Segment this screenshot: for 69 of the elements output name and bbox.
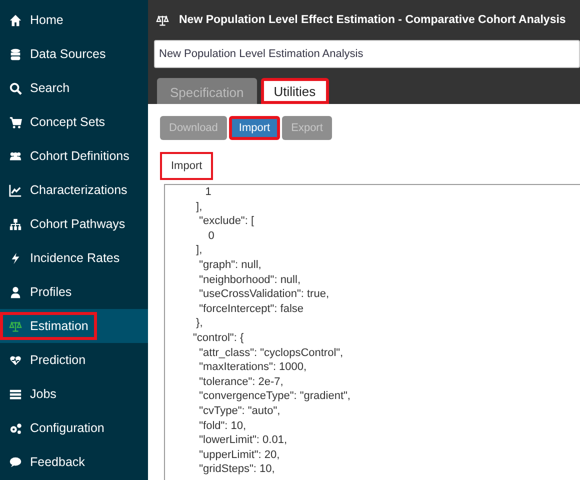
sidebar-label: Home xyxy=(30,13,64,27)
code-line: "fold": 10, xyxy=(198,418,248,434)
sidebar-item[interactable]: Feedback xyxy=(0,445,148,479)
code-line: "upperLimit": 20, xyxy=(198,448,281,462)
code-line: "control": { xyxy=(193,330,245,346)
code-line: "convergenceType": "gradient", xyxy=(198,389,352,404)
sidebar-item[interactable]: Characterizations xyxy=(0,173,148,207)
scale-icon xyxy=(9,320,22,332)
cart-icon xyxy=(9,116,22,128)
gears-icon xyxy=(9,422,22,434)
sidebar-label: Jobs xyxy=(30,387,56,401)
sidebar-item[interactable]: Search xyxy=(0,71,148,105)
code-line: "attr_class": "cyclopsControl", xyxy=(198,346,344,360)
toolbar-button[interactable]: Import xyxy=(228,116,280,140)
sidebar-label: Configuration xyxy=(30,421,104,435)
sidebar-label: Search xyxy=(30,81,70,95)
code-line: ], xyxy=(195,243,204,258)
code-line: "tolerance": 2e-7, xyxy=(198,374,284,390)
sidebar-item[interactable]: Cohort Definitions xyxy=(0,139,148,173)
sidebar-label: Incidence Rates xyxy=(30,251,120,265)
sidebar-label: Estimation xyxy=(30,319,88,333)
sidebar-item[interactable]: Home xyxy=(0,3,148,37)
sidebar-item[interactable]: Estimation xyxy=(0,309,148,343)
database-icon xyxy=(9,48,22,60)
sidebar-item[interactable]: Configuration xyxy=(0,411,148,445)
sidebar-label: Cohort Pathways xyxy=(30,217,126,231)
sidebar-item[interactable]: Cohort Pathways xyxy=(0,207,148,241)
code-line: "lowerLimit": 0.01, xyxy=(198,433,288,448)
section-label: Import xyxy=(160,152,214,180)
chart-icon xyxy=(9,184,22,196)
search-icon xyxy=(9,82,22,94)
code-line: "maxIterations": 1000, xyxy=(198,360,308,375)
sidebar-label: Concept Sets xyxy=(30,115,106,129)
sidebar-label: Data Sources xyxy=(30,47,106,61)
home-icon xyxy=(9,14,22,26)
code-line: "forceIntercept": false xyxy=(198,302,305,316)
sidebar-label: Characterizations xyxy=(30,183,128,197)
sidebar-label: Cohort Definitions xyxy=(30,149,130,163)
code-line: "gridSteps": 10, xyxy=(198,462,276,477)
sitemap-icon xyxy=(9,218,22,230)
code-line: ], xyxy=(195,200,204,214)
users-icon xyxy=(9,150,22,162)
code-line: "neighborhood": null, xyxy=(198,272,302,288)
code-line: 1 xyxy=(204,185,212,200)
user-icon xyxy=(9,286,22,298)
sidebar-item[interactable]: Prediction xyxy=(0,343,148,377)
sidebar-item[interactable]: Profiles xyxy=(0,275,148,309)
code-line: 0 xyxy=(207,228,216,244)
code-line: "exclude": [ xyxy=(198,214,256,229)
tab[interactable]: Utilities xyxy=(260,78,329,104)
sidebar-item[interactable]: Concept Sets xyxy=(0,105,148,139)
sidebar-item[interactable]: Data Sources xyxy=(0,37,148,71)
sidebar-label: Profiles xyxy=(30,285,72,299)
list-icon xyxy=(9,388,22,400)
sidebar-label: Feedback xyxy=(30,455,85,469)
sidebar-item[interactable]: Jobs xyxy=(0,377,148,411)
code-textarea[interactable] xyxy=(164,184,580,480)
heart-icon xyxy=(9,354,22,366)
name-field[interactable]: New Population Level Estimation Analysis xyxy=(154,40,580,68)
sidebar-item[interactable]: Incidence Rates xyxy=(0,241,148,275)
code-line: }, xyxy=(195,316,204,331)
scale-icon xyxy=(156,14,169,26)
page-title: New Population Level Effect Estimation - Comparative Cohort Analysis xyxy=(179,14,566,26)
code-line: "graph": null, xyxy=(198,258,262,273)
code-line: "useCrossValidation": true, xyxy=(198,287,330,302)
bolt-icon xyxy=(9,252,22,264)
sidebar-label: Prediction xyxy=(30,353,86,367)
code-line: "cvType": "auto", xyxy=(198,404,282,418)
comment-icon xyxy=(9,456,22,468)
